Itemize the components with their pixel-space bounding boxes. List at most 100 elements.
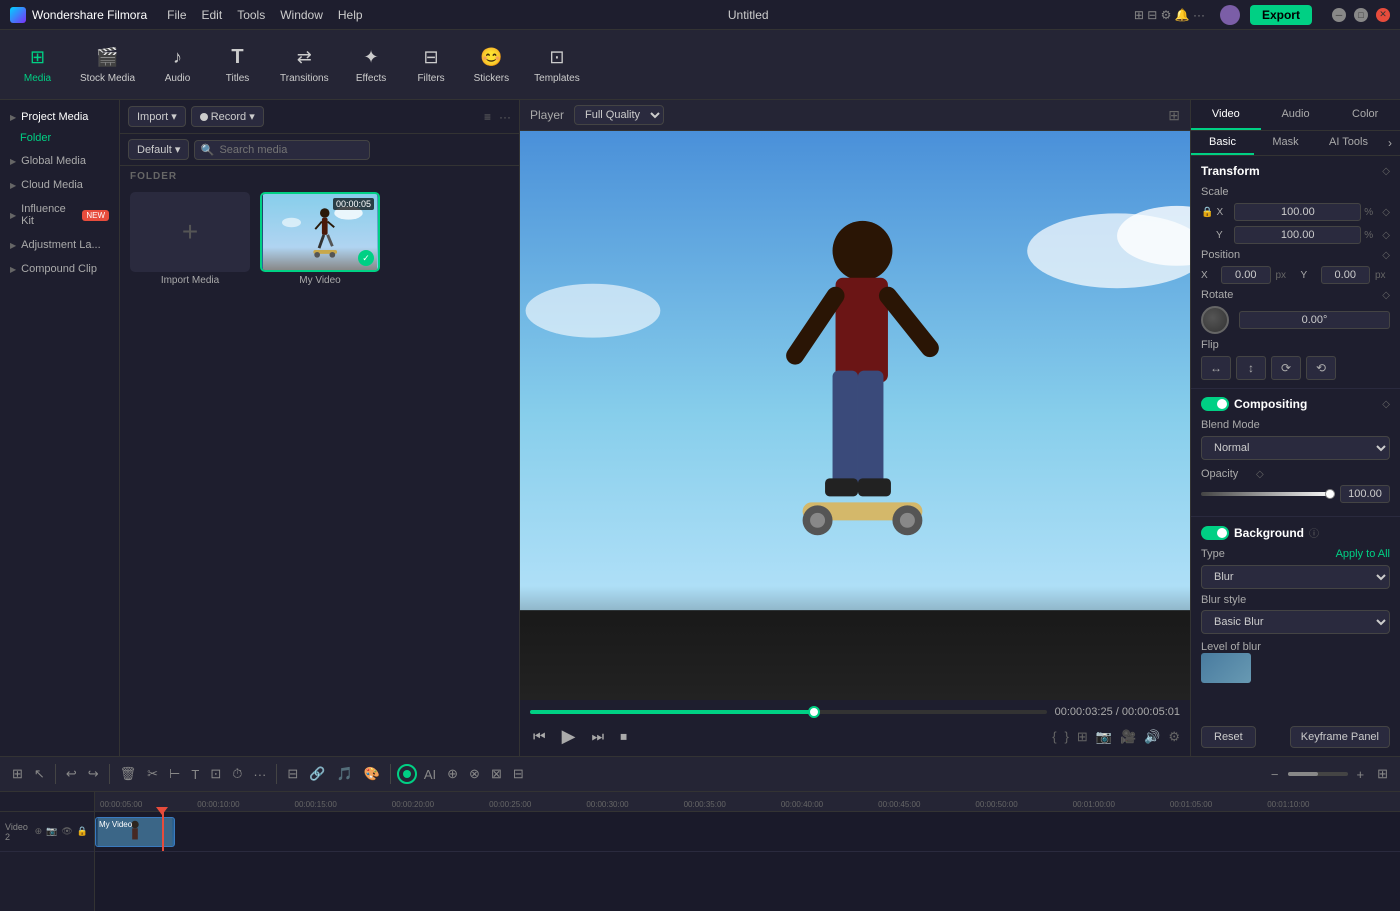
tl-extra1-button[interactable]: ⊕ — [443, 763, 462, 785]
timeline-track[interactable] — [530, 710, 1047, 714]
tl-extra3-button[interactable]: ⊠ — [487, 763, 506, 785]
settings-icon-player[interactable]: ⚙ — [1168, 729, 1180, 745]
tab-audio[interactable]: Audio — [1261, 100, 1331, 130]
stop-button[interactable]: ⏹ — [617, 725, 630, 748]
snapshot-icon[interactable]: 📷 — [1096, 729, 1112, 745]
opacity-value[interactable]: 100.00 — [1340, 485, 1390, 503]
quality-select[interactable]: Full Quality — [574, 105, 664, 125]
toolbar-templates[interactable]: ⊡ Templates — [524, 41, 590, 89]
tl-ai-button[interactable]: AI — [420, 764, 440, 785]
tl-cut-button[interactable]: ✂ — [143, 763, 162, 785]
transform-reset-icon[interactable]: ◇ — [1382, 166, 1390, 177]
default-button[interactable]: Default ▾ — [128, 139, 189, 160]
sidebar-item-influence-kit[interactable]: ▶ Influence Kit NEW — [0, 197, 119, 233]
export-button[interactable]: Export — [1250, 5, 1312, 25]
opacity-slider[interactable] — [1201, 492, 1335, 496]
search-input[interactable] — [194, 140, 370, 160]
tab-video[interactable]: Video — [1191, 100, 1261, 130]
tl-color-button[interactable]: 🎨 — [360, 763, 384, 785]
background-info-icon[interactable]: ⓘ — [1309, 525, 1319, 540]
sidebar-item-cloud-media[interactable]: ▶ Cloud Media — [0, 173, 119, 197]
step-back-button[interactable]: ⏮ — [530, 725, 549, 748]
import-media-thumb[interactable]: + Import Media — [130, 192, 250, 286]
tl-split-button[interactable]: ⊢ — [165, 763, 184, 785]
toolbar-stickers[interactable]: 😊 Stickers — [464, 41, 520, 89]
tl-audio-button[interactable]: 🎵 — [332, 763, 356, 785]
position-x-value[interactable]: 0.00 — [1221, 266, 1271, 284]
sidebar-item-adjustment-layer[interactable]: ▶ Adjustment La... — [0, 233, 119, 257]
mark-out-icon[interactable]: } — [1065, 729, 1069, 745]
fullscreen-icon[interactable]: ⊞ — [1168, 107, 1180, 123]
more-icon[interactable]: ··· — [499, 110, 511, 124]
sub-tab-ai-tools[interactable]: AI Tools — [1317, 131, 1380, 155]
position-y-value[interactable]: 0.00 — [1321, 266, 1371, 284]
scale-y-value[interactable]: 100.00 — [1234, 226, 1361, 244]
minimize-button[interactable]: ─ — [1332, 8, 1346, 22]
menu-help[interactable]: Help — [338, 8, 363, 22]
tl-undo-button[interactable]: ↩ — [62, 763, 81, 785]
toolbar-filters[interactable]: ⊟ Filters — [404, 41, 459, 89]
tl-add-track-button[interactable]: ⊞ — [8, 763, 27, 785]
flip-horizontal-button[interactable]: ↔ — [1201, 356, 1231, 380]
tl-cursor-button[interactable]: ↖ — [30, 763, 49, 785]
tl-more-button[interactable]: ··· — [249, 764, 270, 785]
toolbar-stock-media[interactable]: 🎬 Stock Media — [70, 41, 145, 89]
close-button[interactable]: ✕ — [1376, 8, 1390, 22]
menu-file[interactable]: File — [167, 8, 186, 22]
flip-vertical-button[interactable]: ↕ — [1236, 356, 1266, 380]
user-avatar[interactable] — [1220, 5, 1240, 25]
toolbar-effects[interactable]: ✦ Effects — [344, 41, 399, 89]
sub-tab-basic[interactable]: Basic — [1191, 131, 1254, 155]
extract-icon[interactable]: ⊞ — [1077, 729, 1088, 745]
apply-all-button[interactable]: Apply to All — [1336, 548, 1390, 560]
tl-zoom-in-button[interactable]: + — [1353, 764, 1369, 785]
rotate-value[interactable]: 0.00° — [1239, 311, 1390, 329]
play-button[interactable]: ▶ — [559, 723, 579, 750]
more-tabs-icon[interactable]: › — [1380, 131, 1400, 155]
tl-crop-button[interactable]: ⊡ — [206, 763, 225, 785]
sub-tab-mask[interactable]: Mask — [1254, 131, 1317, 155]
sidebar-item-compound-clip[interactable]: ▶ Compound Clip — [0, 257, 119, 281]
track-add-button[interactable]: ⊕ — [34, 825, 44, 838]
tl-grid-view-button[interactable]: ⊞ — [1373, 763, 1392, 785]
toolbar-transitions[interactable]: ⇄ Transitions — [270, 41, 339, 89]
tl-delete-button[interactable]: 🗑 — [116, 763, 141, 785]
tab-color[interactable]: Color — [1330, 100, 1400, 130]
blur-style-select[interactable]: Basic Blur Luminance Blur — [1201, 610, 1390, 634]
opacity-keyframe-icon[interactable]: ◇ — [1256, 469, 1264, 480]
scale-x-keyframe-icon[interactable]: ◇ — [1382, 207, 1390, 218]
rotate-cw-button[interactable]: ⟳ — [1271, 356, 1301, 380]
tl-speed-button[interactable]: ⏱ — [228, 763, 246, 785]
track-eye-button[interactable]: 👁 — [60, 825, 73, 838]
position-keyframe-icon[interactable]: ◇ — [1382, 250, 1390, 261]
camera-icon[interactable]: 🎥 — [1120, 729, 1136, 745]
menu-window[interactable]: Window — [280, 8, 323, 22]
menu-tools[interactable]: Tools — [237, 8, 265, 22]
scale-y-keyframe-icon[interactable]: ◇ — [1382, 230, 1390, 241]
toolbar-audio[interactable]: ♪ Audio — [150, 41, 205, 89]
compositing-keyframe-icon[interactable]: ◇ — [1382, 399, 1390, 410]
audio-icon-player[interactable]: 🔊 — [1144, 729, 1160, 745]
folder-item[interactable]: Folder — [0, 129, 119, 149]
tl-extra4-button[interactable]: ⊟ — [509, 763, 528, 785]
compositing-toggle-switch[interactable] — [1201, 397, 1229, 411]
my-video-thumb[interactable]: 00:00:05 ✓ My Video — [260, 192, 380, 286]
filter-icon[interactable]: ≡ — [484, 110, 491, 124]
toolbar-media[interactable]: ⊞ Media — [10, 41, 65, 89]
reset-button[interactable]: Reset — [1201, 726, 1256, 748]
tl-text-button[interactable]: T — [187, 764, 203, 785]
record-button[interactable]: Record ▾ — [191, 106, 264, 127]
tl-snap-button[interactable]: ⊟ — [283, 763, 302, 785]
tl-extra2-button[interactable]: ⊗ — [465, 763, 484, 785]
step-forward-button[interactable]: ⏭ — [588, 725, 607, 748]
blend-mode-select[interactable]: Normal Multiply Screen Overlay — [1201, 436, 1390, 460]
import-button[interactable]: Import ▾ — [128, 106, 186, 127]
toolbar-titles[interactable]: T Titles — [210, 41, 265, 89]
sidebar-item-project-media[interactable]: ▶ Project Media — [0, 105, 119, 129]
tl-redo-button[interactable]: ↪ — [84, 763, 103, 785]
menu-edit[interactable]: Edit — [202, 8, 223, 22]
rotate-ccw-button[interactable]: ⟲ — [1306, 356, 1336, 380]
rotate-keyframe-icon[interactable]: ◇ — [1382, 290, 1390, 301]
scale-x-value[interactable]: 100.00 — [1234, 203, 1361, 221]
track-camera-button[interactable]: 📷 — [45, 825, 58, 838]
